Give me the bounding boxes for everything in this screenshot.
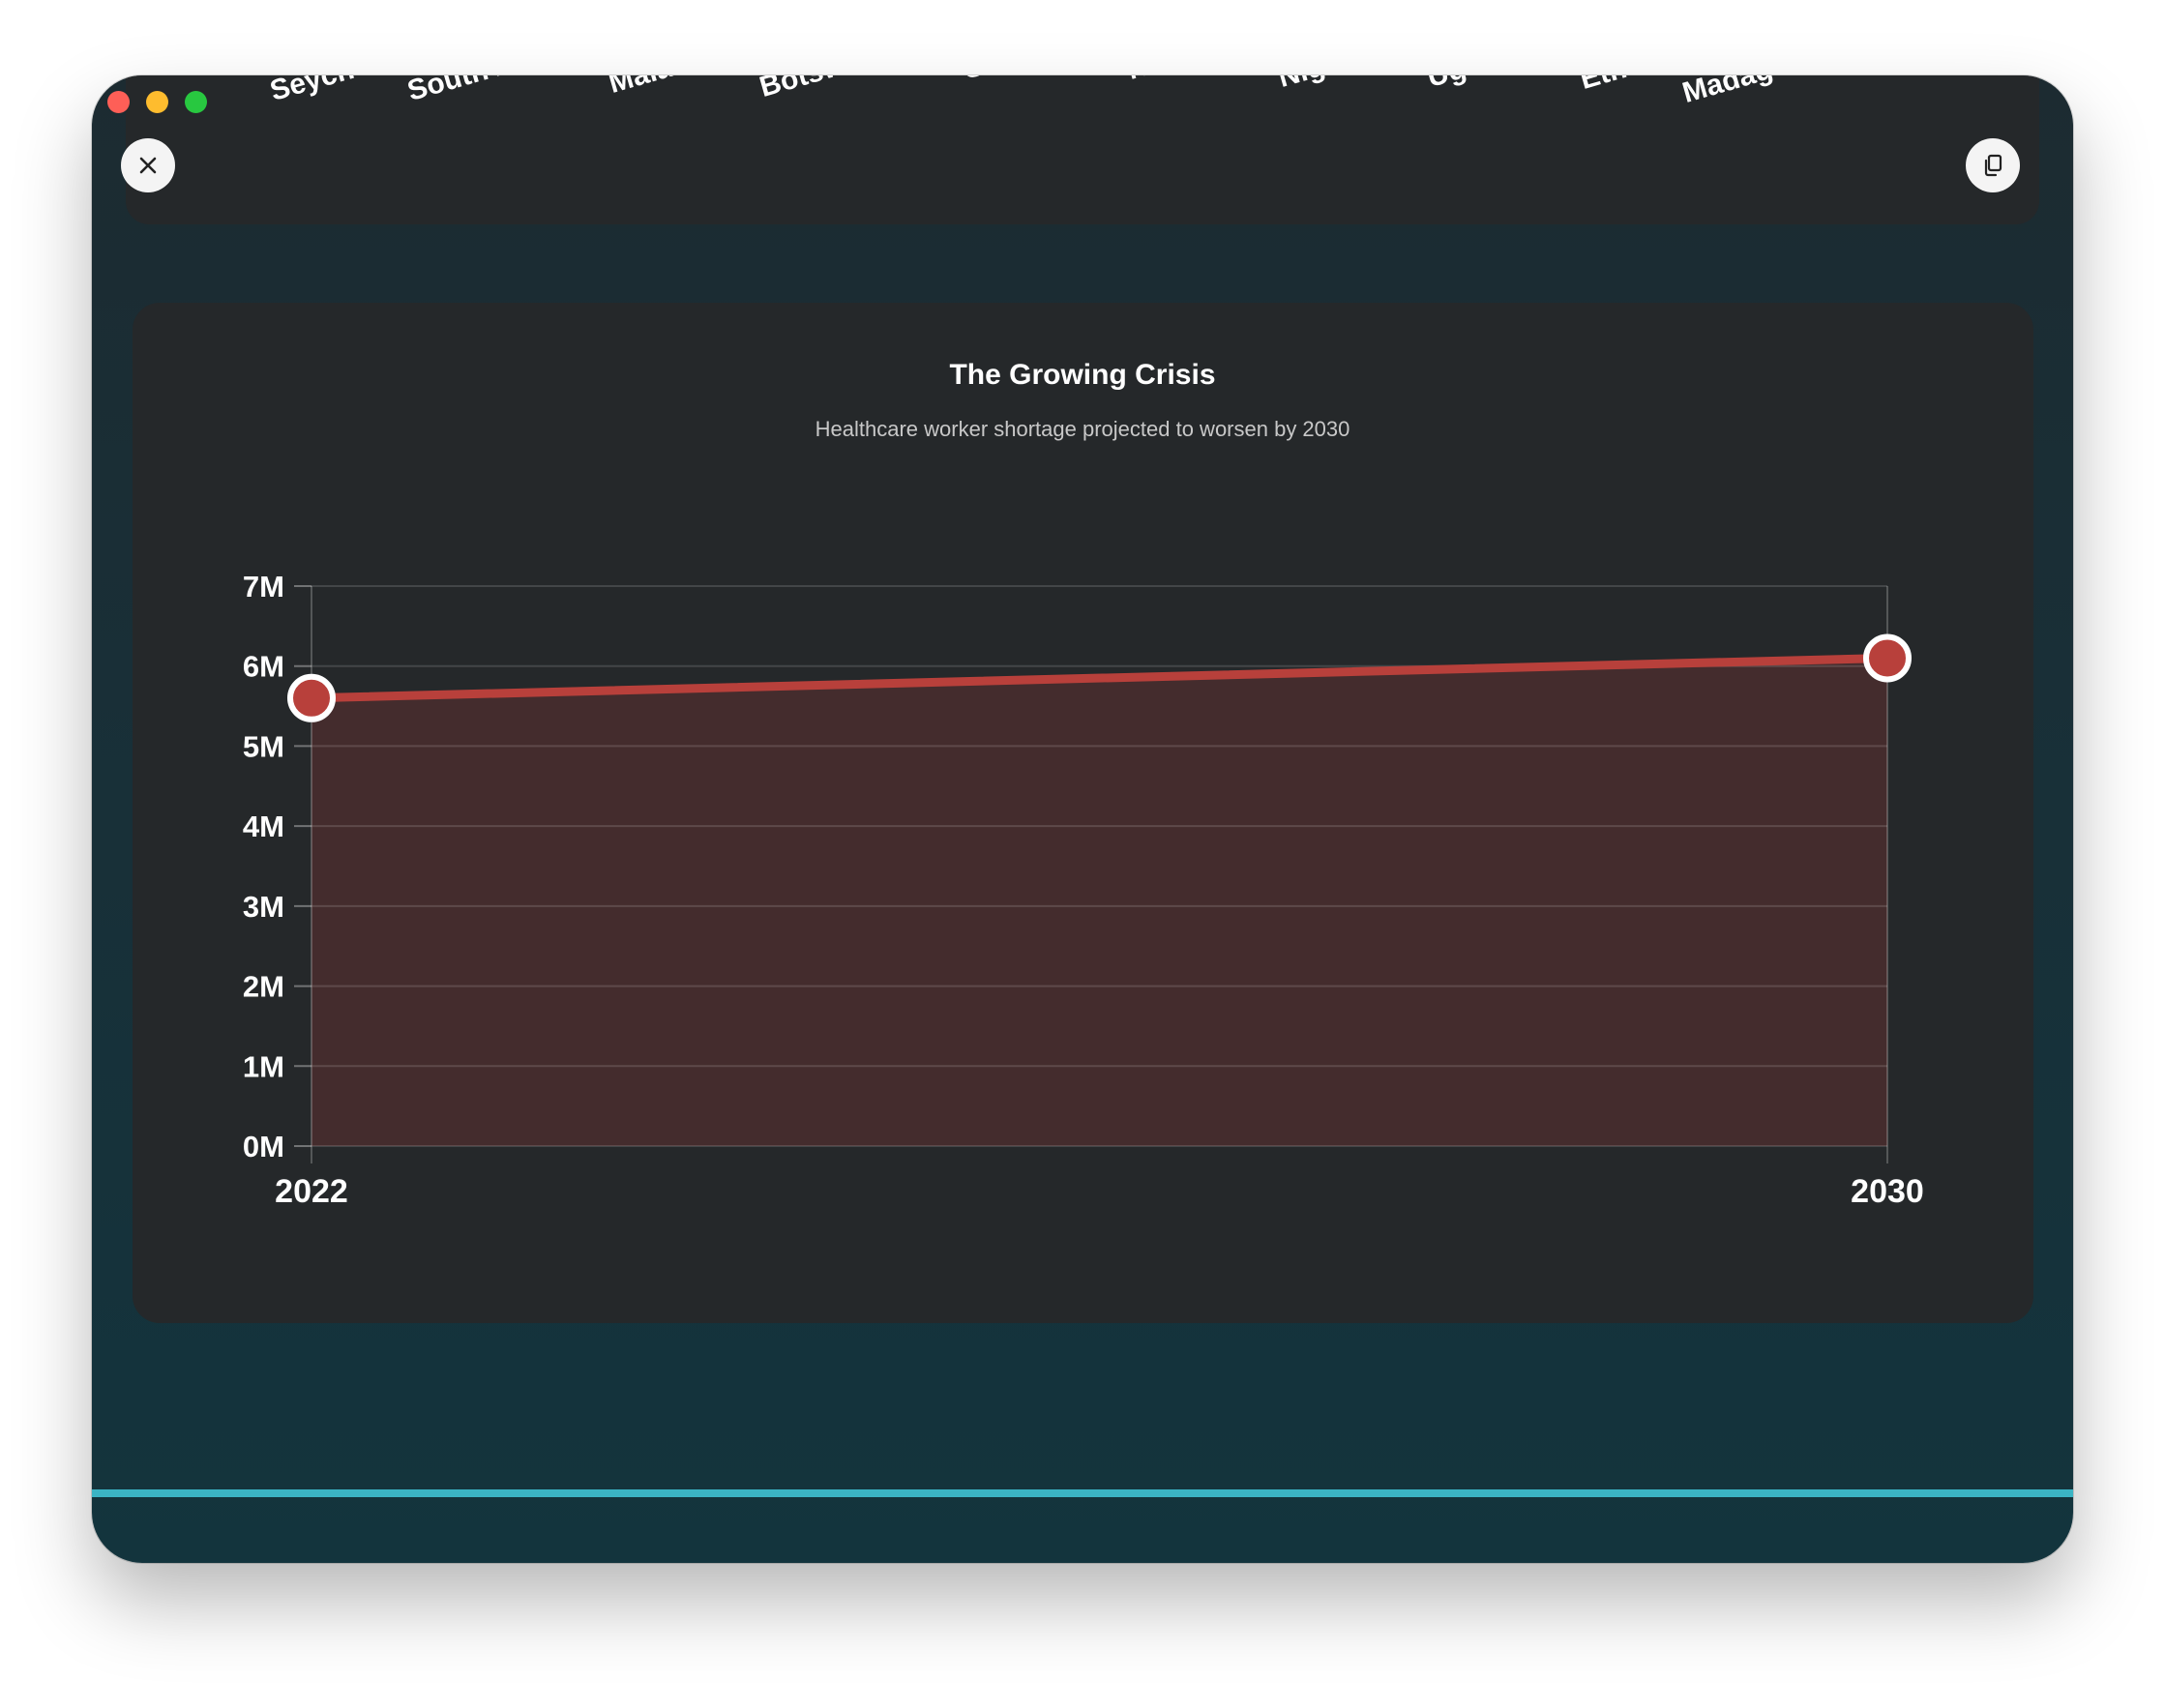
y-tick-label: 4M [243,810,284,843]
y-tick-label: 3M [243,890,284,924]
data-point [1863,633,1912,683]
y-tick-label: 1M [243,1049,284,1083]
y-tick-label: 2M [243,970,284,1004]
y-tick-label: 0M [243,1130,284,1163]
data-point [287,673,336,722]
x-tick-label: 2022 [275,1173,348,1210]
y-tick-label: 7M [243,570,284,604]
y-tick-label: 5M [243,729,284,763]
x-tick-label: 2030 [1851,1173,1924,1210]
area-fill [311,658,1887,1146]
area-chart: 0M 1M 2M 3M 4M 5M 6M 7M 2022 2030 [243,570,1924,1210]
app-window: Seych South A Mala Botsw G N Nig Ug Eth … [92,75,2073,1563]
progress-line [92,1489,2073,1497]
y-tick-label: 6M [243,650,284,684]
